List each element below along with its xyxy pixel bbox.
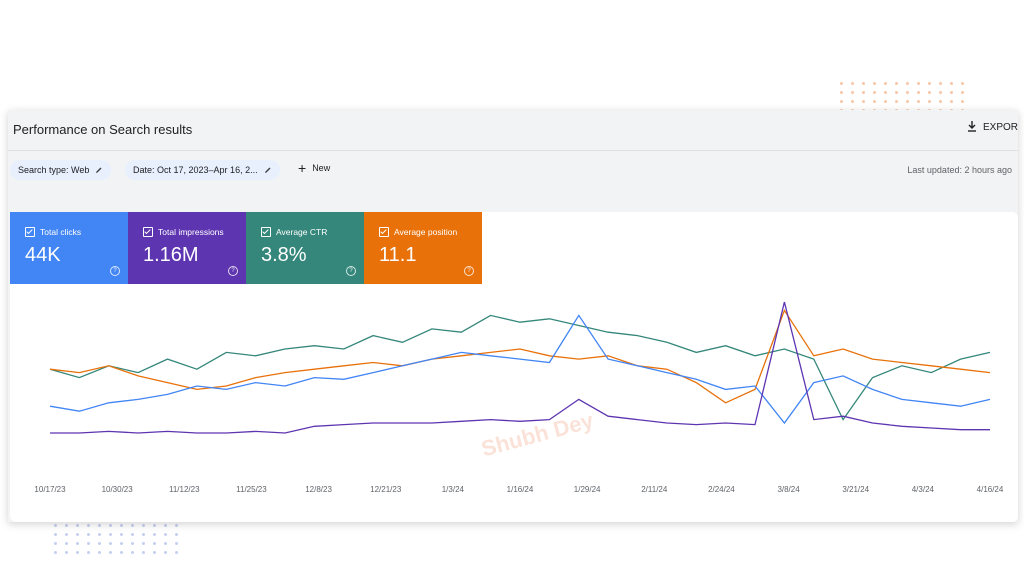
metric-label: Total impressions — [158, 227, 224, 237]
checkbox-icon — [25, 227, 35, 237]
search-type-label: Search type: Web — [18, 165, 90, 175]
metric-value: 44K — [25, 244, 61, 266]
x-tick-label: 2/24/24 — [708, 485, 735, 494]
checkbox-icon — [143, 227, 153, 237]
add-filter-button[interactable]: + New — [298, 160, 331, 176]
x-tick-label: 12/8/23 — [305, 485, 332, 494]
x-tick-label: 11/25/23 — [236, 485, 267, 494]
chart-card: Total clicks 44K ? Total impressions 1.1… — [10, 212, 1018, 522]
x-tick-label: 3/21/24 — [842, 485, 869, 494]
x-tick-label: 1/29/24 — [574, 485, 601, 494]
filter-bar: Search type: Web Date: Oct 17, 2023–Apr … — [8, 160, 1018, 182]
metric-label: Total clicks — [40, 227, 82, 237]
plus-icon: + — [298, 160, 307, 176]
x-tick-label: 4/16/24 — [977, 485, 1004, 494]
edit-icon — [264, 167, 271, 173]
new-label: New — [312, 163, 331, 173]
x-tick-label: 1/16/24 — [507, 485, 534, 494]
date-range-label: Date: Oct 17, 2023–Apr 16, 2... — [133, 165, 258, 175]
export-label: EXPOR — [982, 121, 1018, 133]
help-icon[interactable]: ? — [228, 266, 238, 276]
checkbox-icon — [261, 227, 271, 237]
x-tick-label: 10/30/23 — [102, 485, 134, 494]
export-button[interactable]: EXPOR — [967, 121, 1018, 133]
edit-icon — [96, 167, 102, 173]
performance-panel: Performance on Search results EXPOR Sear… — [8, 110, 1018, 522]
download-icon — [967, 121, 976, 132]
series-line-2 — [49, 314, 991, 425]
metric-value: 1.16M — [143, 244, 199, 266]
checkbox-icon — [379, 227, 389, 237]
search-type-chip[interactable]: Search type: Web — [10, 160, 112, 180]
x-tick-label: 4/3/24 — [912, 485, 935, 494]
metric-value: 3.8% — [261, 244, 307, 266]
x-tick-label: 3/8/24 — [777, 485, 800, 494]
last-updated-text: Last updated: 2 hours ago — [907, 165, 1012, 175]
help-icon[interactable]: ? — [110, 266, 120, 276]
metric-label: Average position — [394, 227, 458, 237]
series-line-0 — [49, 314, 991, 421]
performance-chart: 10/17/23 10/30/23 11/12/23 11/25/23 12/8/23 1… — [34, 301, 1004, 494]
help-icon[interactable]: ? — [346, 266, 356, 276]
metric-total-clicks[interactable]: Total clicks 44K ? — [10, 212, 128, 284]
x-tick-label: 11/12/23 — [169, 485, 200, 494]
metric-average-ctr[interactable]: Average CTR 3.8% ? — [246, 212, 364, 284]
metric-total-impressions[interactable]: Total impressions 1.16M ? — [128, 212, 246, 284]
panel-title: Performance on Search results — [13, 122, 193, 137]
x-tick-label: 1/3/24 — [442, 485, 465, 494]
metric-label: Average CTR — [276, 227, 328, 237]
date-range-chip[interactable]: Date: Oct 17, 2023–Apr 16, 2... — [125, 160, 280, 180]
x-tick-label: 12/21/23 — [370, 485, 402, 494]
metric-value: 11.1 — [379, 244, 417, 266]
x-tick-label: 2/11/24 — [641, 485, 668, 494]
x-tick-label: 10/17/23 — [34, 485, 66, 494]
series-line-1 — [49, 308, 991, 404]
metric-average-position[interactable]: Average position 11.1 ? — [364, 212, 482, 284]
panel-header: Performance on Search results EXPOR — [8, 110, 1018, 151]
help-icon[interactable]: ? — [464, 266, 474, 276]
